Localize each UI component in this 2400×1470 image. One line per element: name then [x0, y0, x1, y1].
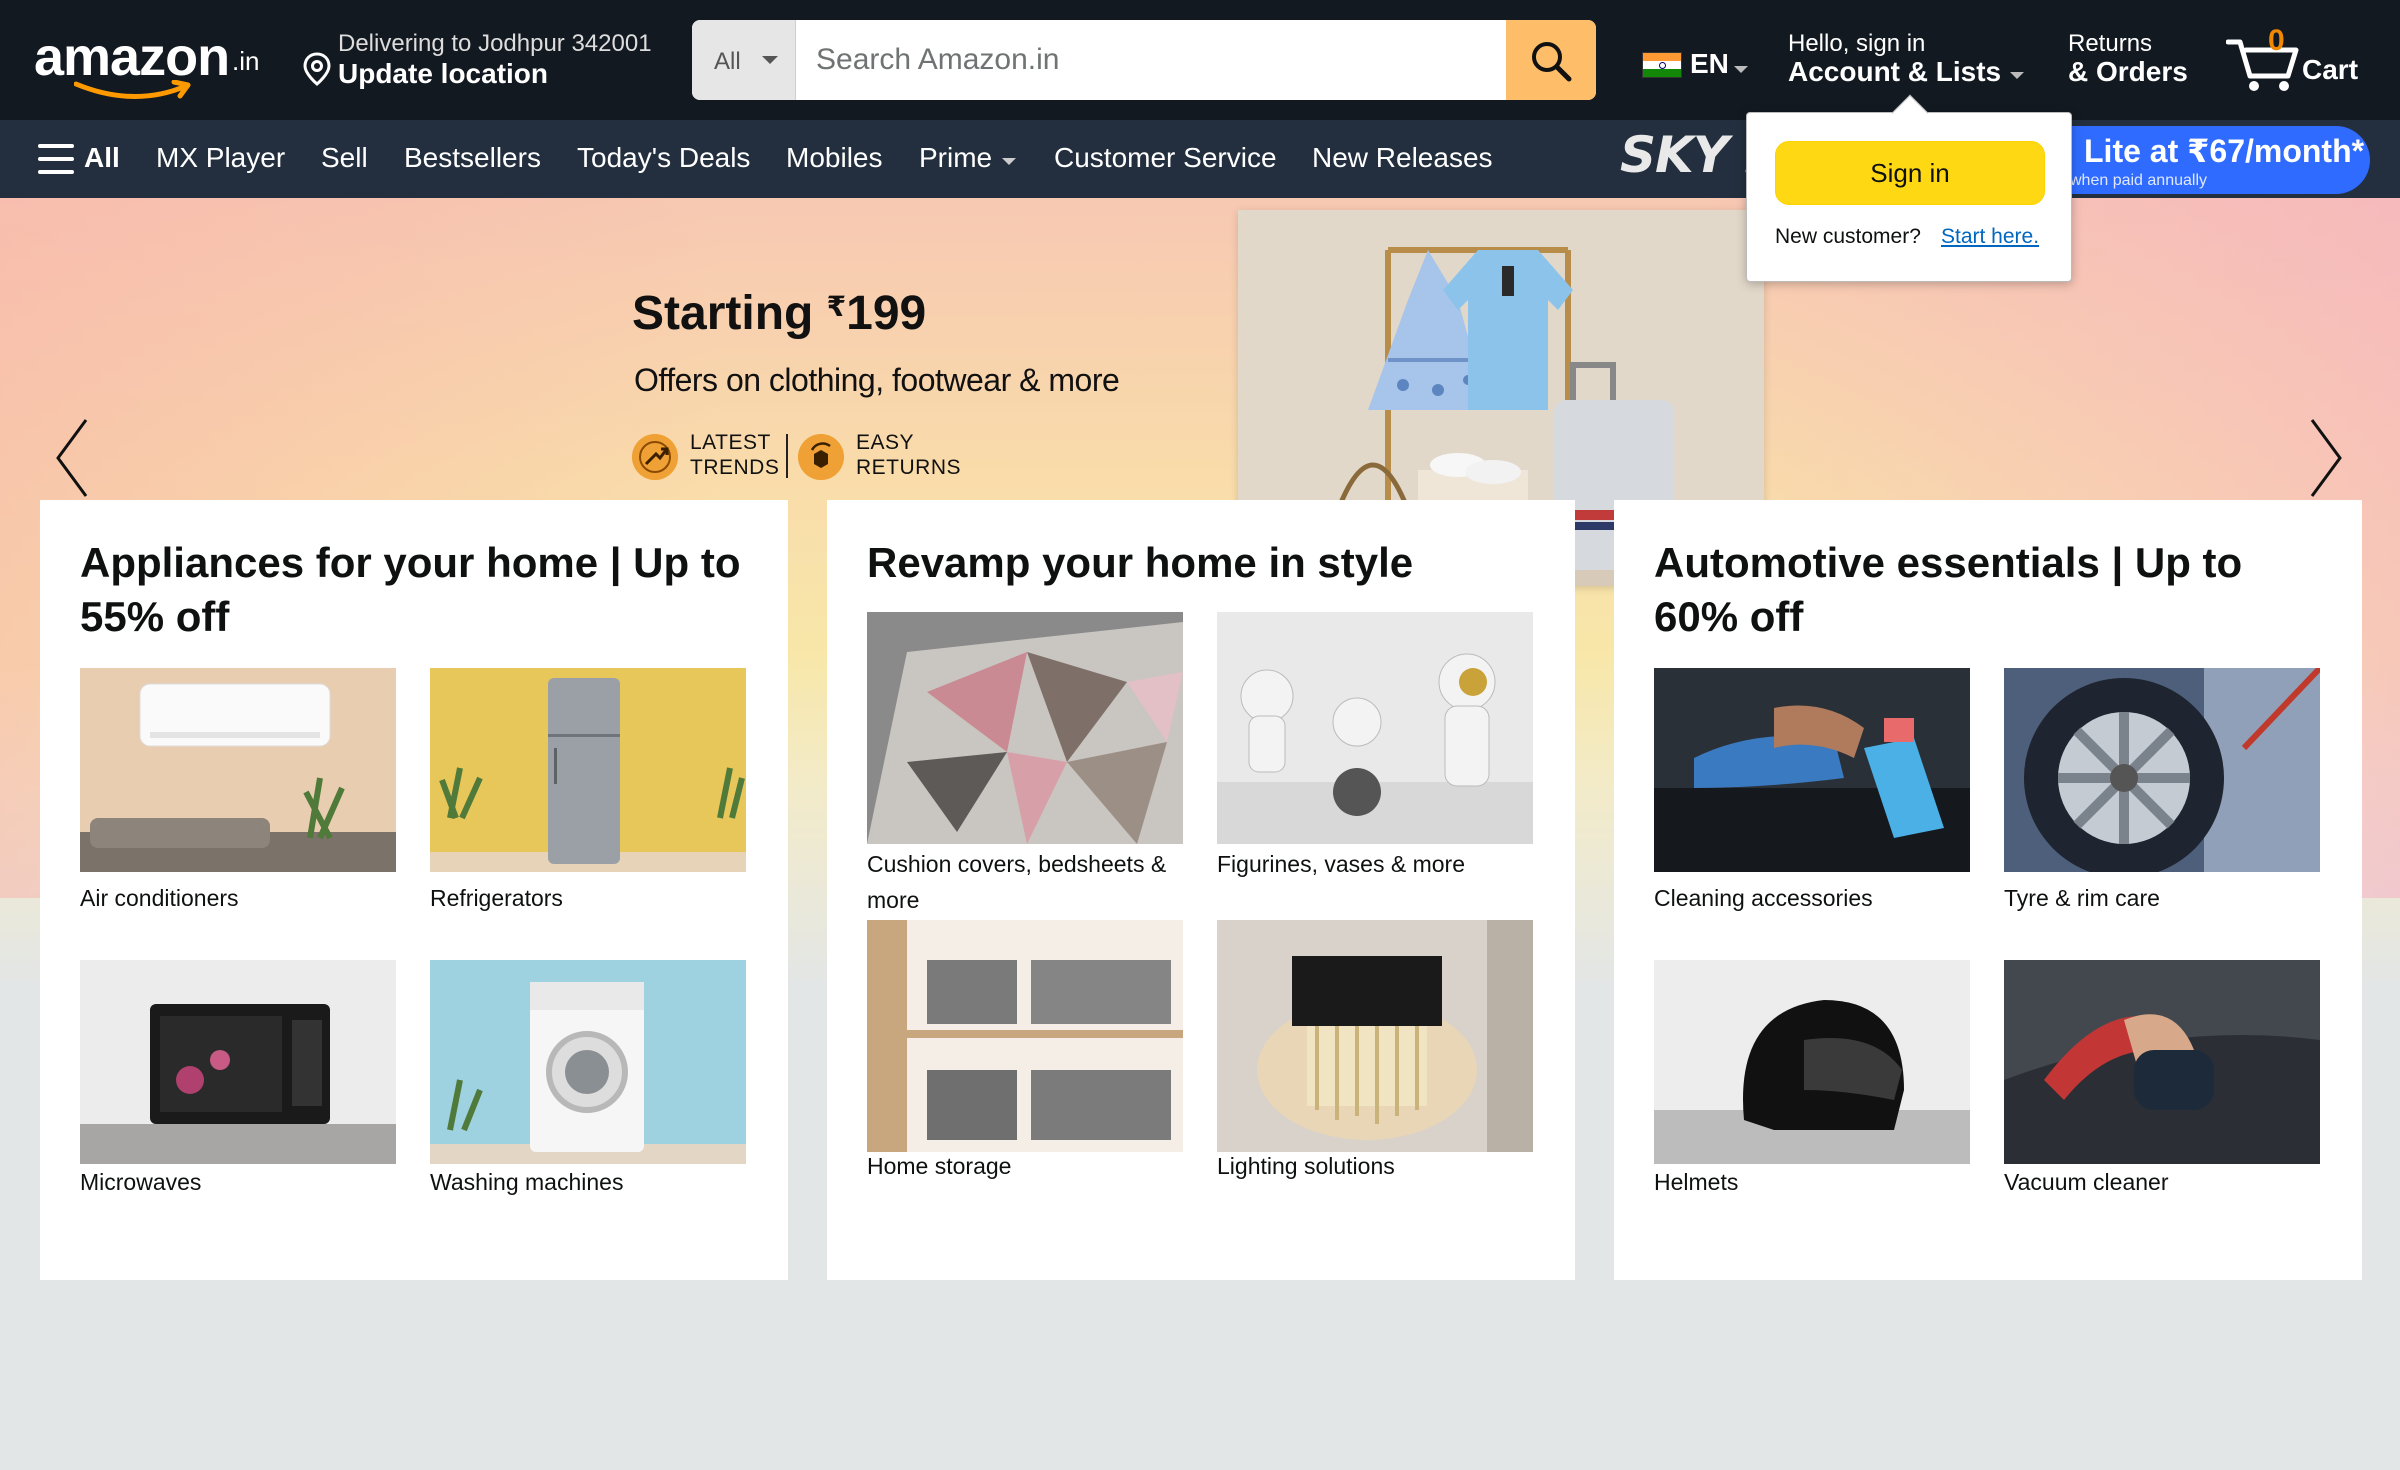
hamburger-menu-icon — [38, 144, 74, 174]
storage-boxes-image — [867, 920, 1183, 1152]
refrigerator-image — [430, 668, 746, 872]
car-cleaning-image — [1654, 668, 1970, 872]
rug-image — [867, 612, 1183, 844]
account-and-lists[interactable]: Hello, sign in Account & Lists — [1788, 28, 2028, 94]
search-icon — [1532, 42, 1572, 82]
search-button[interactable] — [1506, 20, 1596, 100]
orders-label: & Orders — [2068, 56, 2188, 87]
latest-trends-badge: LATEST TRENDS — [632, 430, 782, 490]
chevron-down-icon — [1002, 158, 1016, 165]
card-title[interactable]: Automotive essentials | Up to 60% off — [1654, 536, 2334, 644]
appliances-card: Appliances for your home | Up to 55% off… — [40, 500, 788, 1280]
tile-caption: Cushion covers, bedsheets & more — [867, 851, 1167, 913]
sign-in-button[interactable]: Sign in — [1775, 141, 2045, 205]
language-code: EN — [1690, 48, 1729, 79]
top-navigation-bar: amazon .in Delivering to Jodhpur 342001 … — [0, 0, 2400, 120]
card-title[interactable]: Appliances for your home | Up to 55% off — [80, 536, 760, 644]
prime-lite-promo-subtext: when paid annually — [2070, 172, 2207, 189]
tile-caption: Tyre & rim care — [2004, 885, 2160, 911]
nav-link-sell[interactable]: Sell — [321, 142, 368, 174]
tile-caption: Microwaves — [80, 1169, 202, 1195]
cart-label: Cart — [2302, 54, 2359, 85]
search-input[interactable] — [796, 20, 1498, 100]
return-box-icon — [798, 434, 844, 480]
delivery-location[interactable]: Delivering to Jodhpur 342001 Update loca… — [300, 28, 670, 94]
chevron-down-icon — [2010, 72, 2024, 79]
logo-wordmark: amazon — [34, 27, 230, 87]
tile-caption: Air conditioners — [80, 885, 239, 911]
cart-count: 0 — [2268, 24, 2285, 57]
tile-caption: Cleaning accessories — [1654, 885, 1873, 911]
nav-link-mobiles[interactable]: Mobiles — [786, 142, 882, 174]
update-location-label: Update location — [338, 58, 549, 89]
search-category-label: All — [714, 48, 741, 75]
nav-link-mx-player[interactable]: MX Player — [156, 142, 285, 174]
automotive-card: Automotive essentials | Up to 60% off Cl… — [1614, 500, 2362, 1280]
car-vacuum-image — [2004, 960, 2320, 1164]
card-title[interactable]: Revamp your home in style — [867, 536, 1547, 590]
smile-arrow-icon — [74, 80, 191, 99]
hero-price: 199 — [846, 287, 927, 340]
tile-caption: Helmets — [1654, 1169, 1739, 1195]
tile-caption: Figurines, vases & more — [1217, 851, 1465, 877]
start-here-link[interactable]: Start here. — [1941, 225, 2039, 249]
returns-and-orders[interactable]: Returns & Orders — [2068, 28, 2198, 94]
tile-caption: Refrigerators — [430, 885, 563, 911]
chevron-down-icon — [762, 56, 778, 64]
washing-machine-image — [430, 960, 746, 1164]
cart-icon — [2226, 39, 2299, 91]
chevron-down-icon — [1734, 66, 1748, 73]
figurines-image — [1217, 612, 1533, 844]
search-bar: All — [692, 20, 1596, 100]
returns-label: Returns — [2068, 30, 2153, 57]
all-menu-label: All — [84, 142, 120, 173]
nav-link-customer-service[interactable]: Customer Service — [1054, 142, 1277, 174]
amazon-logo[interactable]: amazon .in — [34, 26, 274, 102]
nav-link-todays-deals[interactable]: Today's Deals — [577, 142, 750, 174]
nav-link-prime[interactable]: Prime — [919, 142, 992, 174]
account-greeting: Hello, sign in — [1788, 30, 1926, 57]
carousel-next-arrow-icon[interactable] — [2294, 408, 2354, 508]
prime-lite-promo-text: Lite at ₹67/month* — [2084, 133, 2365, 169]
wall-lamp-image — [1217, 920, 1533, 1152]
home-decor-card: Revamp your home in style Cushion covers… — [827, 500, 1575, 1280]
microwave-image — [80, 960, 396, 1164]
delivery-line1: Delivering to Jodhpur 342001 — [338, 30, 652, 57]
logo-suffix: .in — [232, 46, 260, 76]
currency-symbol: ₹ — [826, 291, 847, 322]
nav-link-new-releases[interactable]: New Releases — [1312, 142, 1493, 174]
helmet-image — [1654, 960, 1970, 1164]
language-selector[interactable]: EN — [1640, 42, 1750, 82]
tile-caption: Washing machines — [430, 1169, 624, 1195]
location-pin-icon — [303, 52, 331, 86]
hero-title: Starting ₹199 — [632, 287, 927, 340]
search-category-dropdown[interactable]: All — [692, 20, 796, 100]
cart-button[interactable]: 0 Cart — [2226, 24, 2366, 100]
tile-caption: Home storage — [867, 1153, 1012, 1179]
new-customer-label: New customer? — [1775, 225, 1921, 248]
air-conditioner-image — [80, 668, 396, 872]
tile-caption: Lighting solutions — [1217, 1153, 1395, 1179]
hero-subtitle: Offers on clothing, footwear & more — [634, 362, 1120, 398]
tile-caption: Vacuum cleaner — [2004, 1169, 2169, 1195]
nav-link-bestsellers[interactable]: Bestsellers — [404, 142, 541, 174]
sign-in-flyout: Sign in New customer? Start here. — [1746, 94, 2072, 282]
tyre-image — [2004, 668, 2320, 872]
trending-arrow-icon — [632, 434, 678, 480]
easy-returns-badge: EASY RETURNS — [798, 430, 961, 490]
account-lists-label: Account & Lists — [1788, 56, 2002, 87]
india-flag-icon — [1642, 52, 1682, 78]
carousel-previous-arrow-icon[interactable] — [44, 408, 104, 508]
